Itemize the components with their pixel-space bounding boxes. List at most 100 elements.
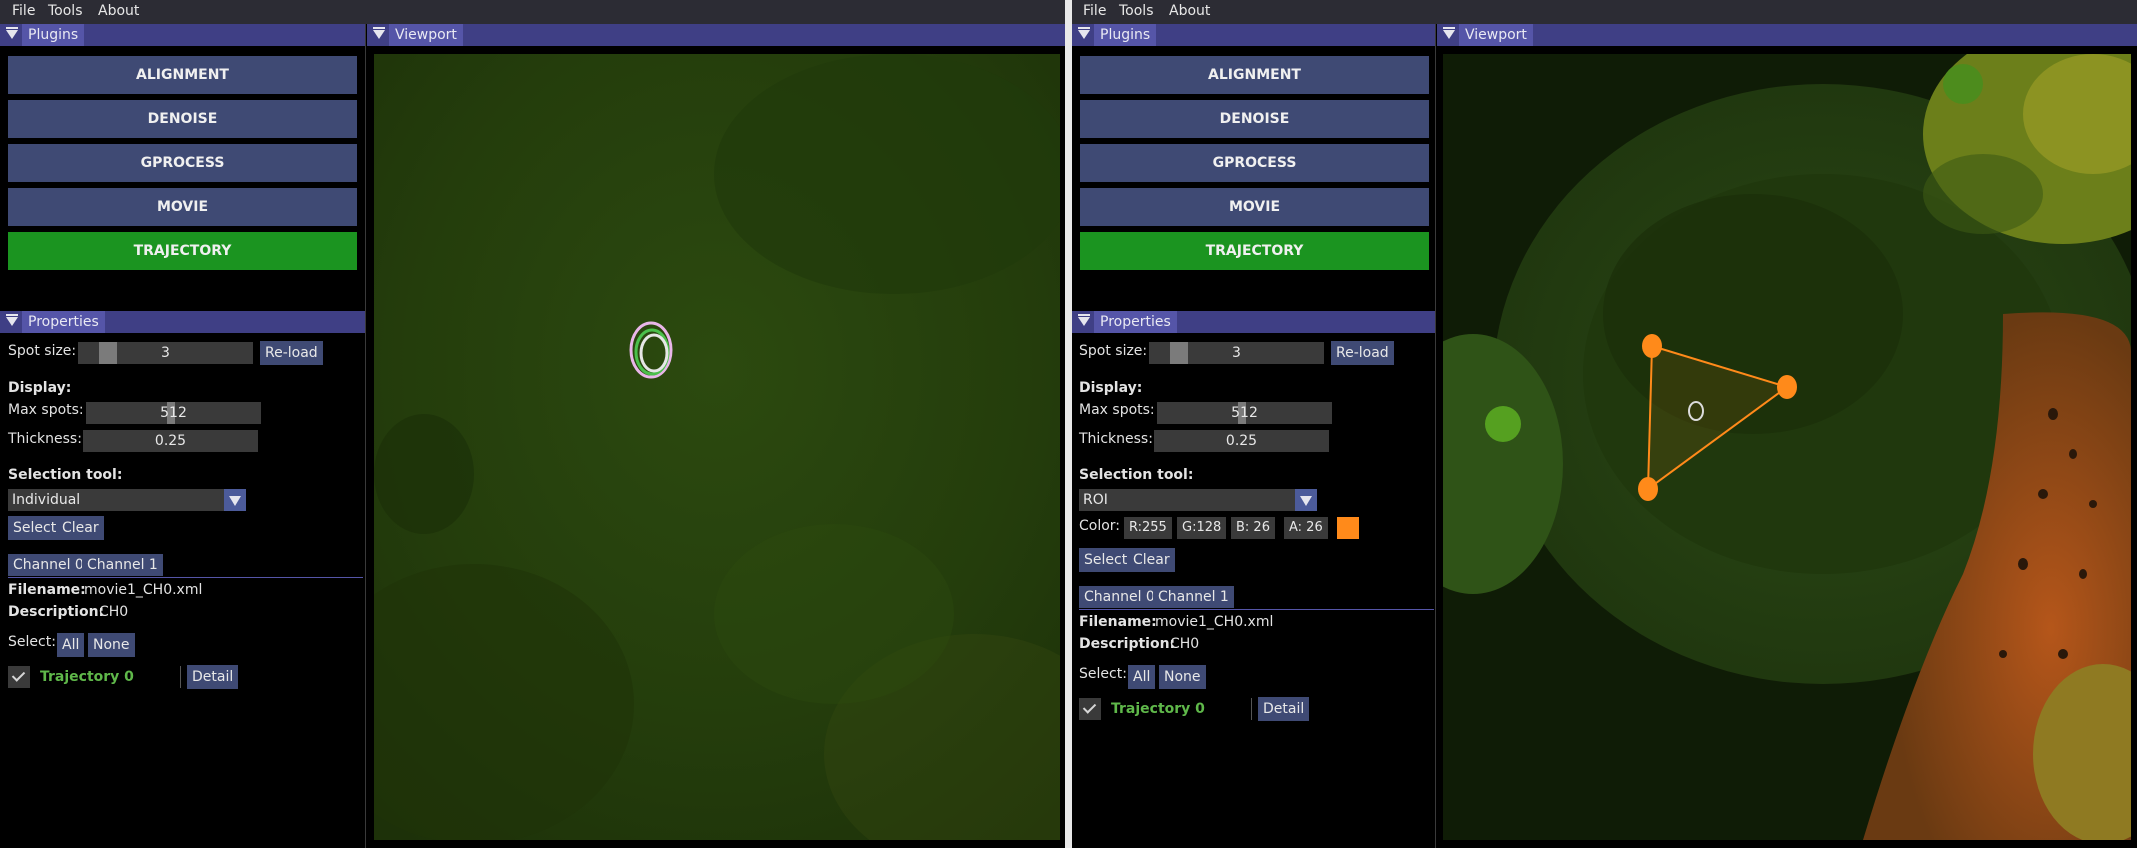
- color-a-field[interactable]: A: 26: [1284, 517, 1328, 539]
- clear-button[interactable]: Clear: [57, 516, 104, 540]
- color-label: Color:: [1079, 518, 1121, 534]
- selection-tool-value: Individual: [12, 492, 81, 508]
- select-button[interactable]: Select: [1079, 548, 1133, 572]
- selection-tool-label: Selection tool:: [8, 467, 123, 483]
- detail-button[interactable]: Detail: [1258, 697, 1310, 721]
- viewport-canvas[interactable]: [1443, 54, 2131, 840]
- plugin-alignment-button[interactable]: ALIGNMENT: [1080, 56, 1429, 94]
- filename-value: movie1_CH0.xml: [84, 582, 203, 598]
- plugin-alignment-button[interactable]: ALIGNMENT: [8, 56, 357, 94]
- spot-size-label: Spot size:: [8, 343, 77, 359]
- viewport-title: Viewport: [389, 24, 463, 46]
- reload-button[interactable]: Re-load: [1331, 341, 1394, 365]
- select-all-button[interactable]: All: [57, 633, 85, 657]
- dropdown-arrow-icon[interactable]: [1295, 489, 1317, 511]
- viewport-titlebar[interactable]: Viewport: [1437, 24, 2137, 46]
- collapse-triangle-icon[interactable]: [1443, 27, 1455, 39]
- selection-tool-label: Selection tool:: [1079, 467, 1194, 483]
- tab-channel-1[interactable]: Channel 1: [82, 554, 163, 576]
- tab-underline: [1079, 609, 1434, 610]
- right-app-window: File Tools About Plugins ALIGNMENT DENOI…: [1072, 0, 2137, 848]
- plugins-titlebar[interactable]: Plugins: [0, 24, 366, 46]
- filename-label: Filename:: [1079, 614, 1157, 630]
- collapse-triangle-icon[interactable]: [1078, 27, 1090, 39]
- plugins-titlebar[interactable]: Plugins: [1072, 24, 1436, 46]
- properties-titlebar[interactable]: Properties: [0, 311, 366, 333]
- plugin-movie-button[interactable]: MOVIE: [8, 188, 357, 226]
- panel-separator[interactable]: [1435, 24, 1436, 848]
- select-button[interactable]: Select: [8, 516, 62, 540]
- color-r-field[interactable]: R:255: [1124, 517, 1172, 539]
- max-spots-slider[interactable]: 512: [1157, 402, 1332, 424]
- thickness-label: Thickness:: [8, 431, 82, 447]
- max-spots-value: 512: [1231, 405, 1258, 421]
- color-swatch[interactable]: [1337, 517, 1359, 539]
- spot-size-slider[interactable]: 3: [1149, 342, 1324, 364]
- menu-tools[interactable]: Tools: [48, 3, 83, 19]
- color-g-field[interactable]: G:128: [1177, 517, 1227, 539]
- select-none-button[interactable]: None: [88, 633, 135, 657]
- tab-channel-0[interactable]: Channel 0: [1079, 586, 1160, 608]
- menu-about[interactable]: About: [98, 3, 139, 19]
- microscopy-image: [1443, 54, 2131, 840]
- properties-title: Properties: [1094, 311, 1177, 333]
- select-none-button[interactable]: None: [1159, 665, 1206, 689]
- max-spots-slider[interactable]: 512: [86, 402, 261, 424]
- tab-channel-0[interactable]: Channel 0: [8, 554, 89, 576]
- detail-button[interactable]: Detail: [187, 665, 239, 689]
- color-b-field[interactable]: B: 26: [1231, 517, 1275, 539]
- slider-grab[interactable]: [1170, 342, 1188, 364]
- description-value: CH0: [1170, 636, 1200, 652]
- plugin-trajectory-button[interactable]: TRAJECTORY: [1080, 232, 1429, 270]
- plugin-movie-button[interactable]: MOVIE: [1080, 188, 1429, 226]
- slider-grab[interactable]: [99, 342, 117, 364]
- menu-file[interactable]: File: [1083, 3, 1106, 19]
- properties-title: Properties: [22, 311, 105, 333]
- plugin-trajectory-button[interactable]: TRAJECTORY: [8, 232, 357, 270]
- viewport-titlebar[interactable]: Viewport: [367, 24, 1065, 46]
- left-app-window: File Tools About Plugins ALIGNMENT DENOI…: [0, 0, 1065, 848]
- collapse-triangle-icon[interactable]: [373, 27, 385, 39]
- screen-divider: [1065, 0, 1072, 848]
- menu-about[interactable]: About: [1169, 3, 1210, 19]
- viewport-canvas[interactable]: [374, 54, 1060, 840]
- spot-size-slider[interactable]: 3: [78, 342, 253, 364]
- select-row-label: Select:: [8, 634, 56, 650]
- collapse-triangle-icon[interactable]: [6, 27, 18, 39]
- menu-bar: File Tools About: [0, 0, 1065, 24]
- max-spots-value: 512: [160, 405, 187, 421]
- collapse-triangle-icon[interactable]: [1078, 314, 1090, 326]
- trajectory-label: Trajectory 0: [1111, 701, 1205, 717]
- clear-button[interactable]: Clear: [1128, 548, 1175, 572]
- trajectory-checkbox[interactable]: [1079, 698, 1101, 720]
- description-label: Description:: [1079, 636, 1176, 652]
- reload-button[interactable]: Re-load: [260, 341, 323, 365]
- dropdown-arrow-icon[interactable]: [224, 489, 246, 511]
- plugin-denoise-button[interactable]: DENOISE: [8, 100, 357, 138]
- panel-separator[interactable]: [365, 24, 366, 848]
- thickness-field[interactable]: 0.25: [83, 430, 258, 452]
- menu-tools[interactable]: Tools: [1119, 3, 1154, 19]
- menu-bar: File Tools About: [1072, 0, 2137, 24]
- select-all-button[interactable]: All: [1128, 665, 1156, 689]
- trajectory-label: Trajectory 0: [40, 669, 134, 685]
- select-row-label: Select:: [1079, 666, 1127, 682]
- thickness-field[interactable]: 0.25: [1154, 430, 1329, 452]
- menu-file[interactable]: File: [12, 3, 35, 19]
- plugins-title: Plugins: [1094, 24, 1157, 46]
- filename-value: movie1_CH0.xml: [1155, 614, 1274, 630]
- selection-tool-value: ROI: [1083, 492, 1108, 508]
- selection-tool-dropdown[interactable]: Individual: [8, 489, 246, 511]
- trajectory-checkbox[interactable]: [8, 666, 30, 688]
- max-spots-label: Max spots:: [8, 402, 84, 418]
- description-label: Description:: [8, 604, 105, 620]
- description-value: CH0: [99, 604, 129, 620]
- tab-channel-1[interactable]: Channel 1: [1153, 586, 1234, 608]
- plugin-gprocess-button[interactable]: GPROCESS: [1080, 144, 1429, 182]
- spot-size-value: 3: [161, 345, 170, 361]
- plugin-gprocess-button[interactable]: GPROCESS: [8, 144, 357, 182]
- collapse-triangle-icon[interactable]: [6, 314, 18, 326]
- properties-titlebar[interactable]: Properties: [1072, 311, 1436, 333]
- selection-tool-dropdown[interactable]: ROI: [1079, 489, 1317, 511]
- plugin-denoise-button[interactable]: DENOISE: [1080, 100, 1429, 138]
